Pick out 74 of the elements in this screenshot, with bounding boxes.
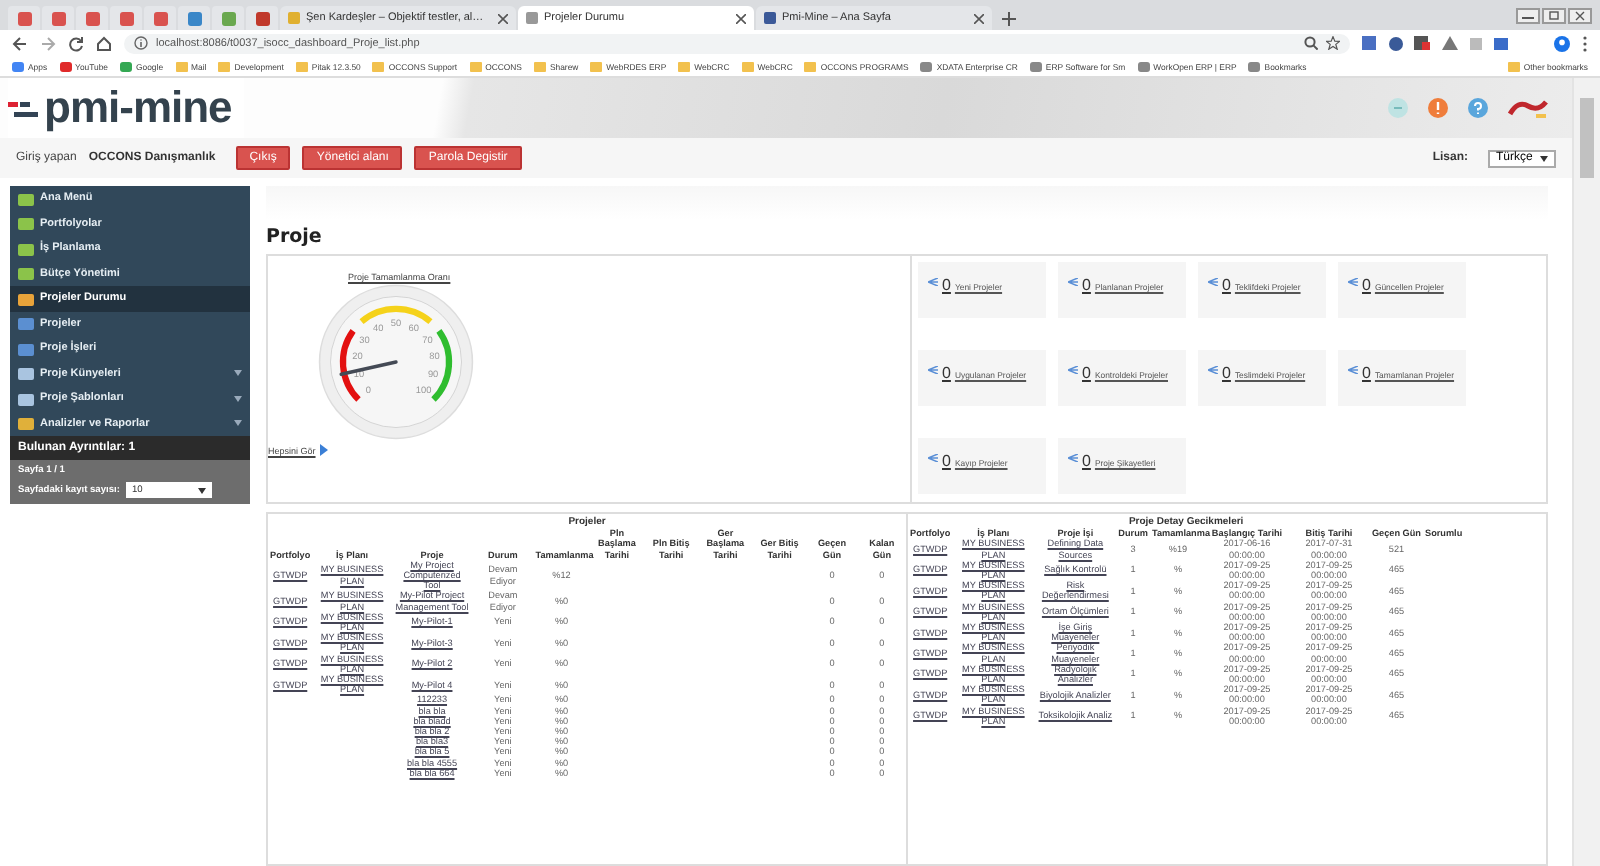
favicon-icon (1248, 61, 1261, 71)
pinned-tab[interactable] (246, 6, 278, 30)
close-icon[interactable] (736, 13, 746, 23)
arrow-icon (1068, 366, 1078, 374)
pinned-tab[interactable] (110, 6, 142, 30)
triangle-icon (319, 444, 328, 456)
status-count[interactable]: 0 (1222, 278, 1231, 292)
arrow-icon (928, 366, 938, 374)
favicon-icon (764, 12, 776, 24)
arrow-icon (1348, 366, 1358, 374)
favicon-icon (288, 12, 300, 24)
folder-icon (469, 61, 482, 71)
status-count[interactable]: 0 (1082, 366, 1091, 380)
pinned-tab[interactable] (144, 6, 176, 30)
alert-icon[interactable] (1428, 98, 1448, 118)
folder-icon (741, 61, 754, 71)
status-count[interactable]: 0 (1222, 366, 1231, 380)
profile-icon[interactable] (1554, 35, 1570, 51)
zoom-icon[interactable] (1304, 36, 1318, 50)
favicon-icon (12, 61, 24, 71)
caret-icon (1540, 155, 1548, 161)
folder-icon (804, 61, 817, 71)
favicon-icon (1137, 61, 1150, 71)
menu-icon[interactable] (1582, 35, 1588, 51)
caret-icon (197, 487, 206, 493)
favicon-icon (1029, 61, 1042, 71)
status-count[interactable]: 0 (942, 366, 951, 380)
status-count[interactable]: 0 (1082, 278, 1091, 292)
favicon-icon (120, 61, 133, 71)
pinned-tab[interactable] (178, 6, 210, 30)
arrow-icon (1208, 278, 1218, 286)
scrollbar[interactable] (1572, 78, 1600, 866)
folder-icon (218, 61, 231, 71)
pinned-tab[interactable] (76, 6, 108, 30)
folder-icon (1507, 61, 1520, 71)
company-logo-icon (1508, 96, 1548, 120)
arrow-icon (1208, 366, 1218, 374)
forward-icon[interactable] (40, 35, 56, 51)
arrow-icon (928, 278, 938, 286)
star-icon[interactable] (1326, 36, 1340, 50)
logo-mark-icon (8, 98, 40, 118)
favicon-icon (920, 61, 933, 71)
folder-icon (533, 61, 546, 71)
folder-icon (295, 61, 308, 71)
arrow-icon (928, 454, 938, 462)
home-icon[interactable] (96, 35, 112, 51)
pinned-tab[interactable] (8, 6, 40, 30)
folder-icon (590, 61, 603, 71)
close-icon[interactable] (974, 13, 984, 23)
info-icon (134, 36, 148, 50)
new-tab-icon[interactable] (1002, 12, 1016, 26)
close-icon[interactable] (498, 13, 508, 23)
folder-icon (678, 61, 691, 71)
status-count[interactable]: 0 (1362, 278, 1371, 292)
status-count[interactable]: 0 (942, 454, 951, 468)
site-logo[interactable]: pmi-mine (44, 82, 232, 134)
help-icon[interactable] (1468, 98, 1488, 118)
arrow-icon (1068, 454, 1078, 462)
page-title: Proje (266, 226, 324, 248)
pinned-tab[interactable] (212, 6, 244, 30)
pinned-tab[interactable] (42, 6, 74, 30)
window-controls-icon[interactable] (1516, 7, 1592, 23)
back-icon[interactable] (12, 35, 28, 51)
status-count[interactable]: 0 (1362, 366, 1371, 380)
arrow-icon (1068, 278, 1078, 286)
gauge-color-bands (339, 305, 453, 402)
arrow-icon (1348, 278, 1358, 286)
folder-icon (372, 61, 385, 71)
folder-icon (175, 61, 188, 71)
status-count[interactable]: 0 (942, 278, 951, 292)
favicon-icon (526, 12, 538, 24)
reload-icon[interactable] (68, 35, 84, 51)
status-count[interactable]: 0 (1082, 454, 1091, 468)
favicon-icon (59, 61, 72, 71)
